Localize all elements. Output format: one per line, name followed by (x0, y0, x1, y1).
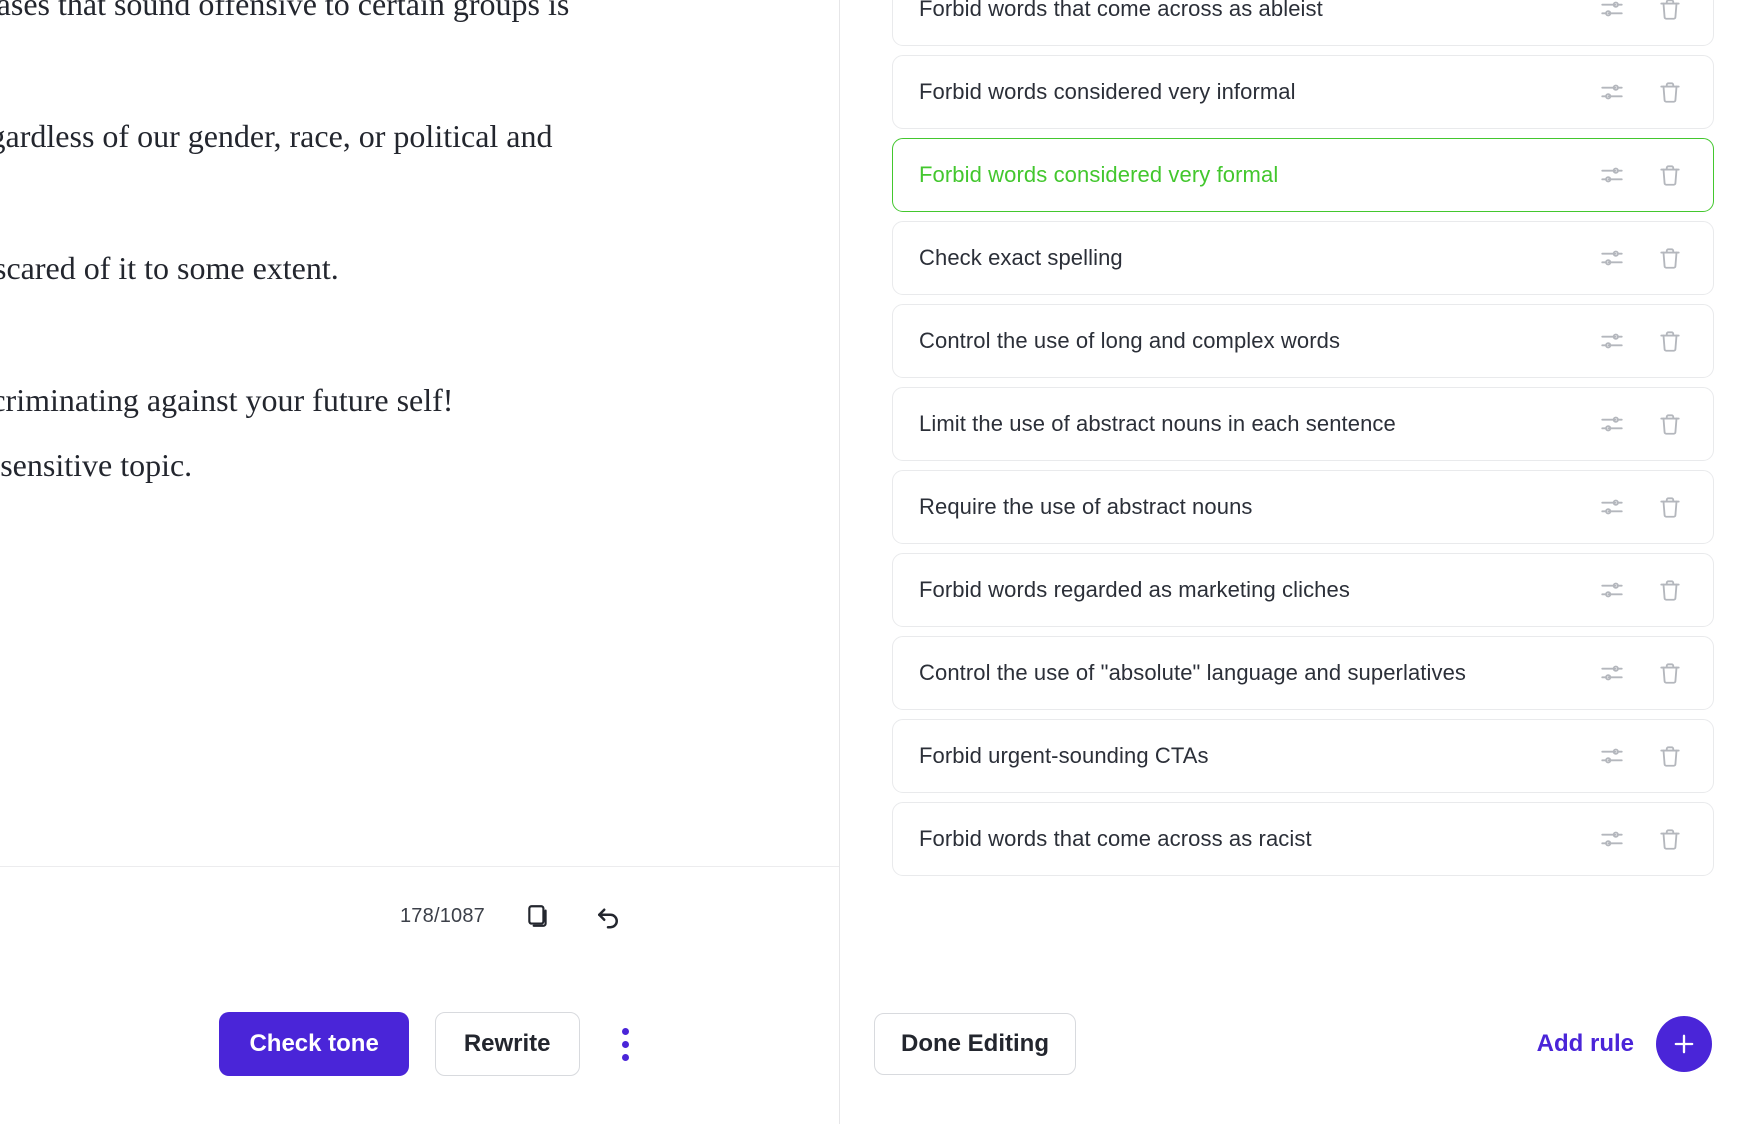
rule-icon-group (1597, 0, 1691, 24)
rule-label: Forbid words considered very informal (919, 79, 1296, 104)
rule-icon-group (1597, 409, 1691, 439)
trash-icon[interactable] (1655, 160, 1685, 190)
rule-label: Limit the use of abstract nouns in each … (919, 411, 1396, 436)
rule-label: Check exact spelling (919, 245, 1123, 270)
trash-icon[interactable] (1655, 824, 1685, 854)
document-pane: phrases that sound offensive to certain … (0, 0, 839, 1124)
rule-card[interactable]: Control the use of "absolute" language a… (892, 636, 1714, 710)
editor-status-row: 178/1087 (0, 886, 839, 946)
trash-icon[interactable] (1655, 658, 1685, 688)
sliders-icon[interactable] (1597, 326, 1627, 356)
sliders-icon[interactable] (1597, 658, 1627, 688)
copy-icon[interactable] (521, 899, 555, 933)
rule-icon-group (1597, 77, 1691, 107)
undo-icon[interactable] (591, 899, 625, 933)
rule-card[interactable]: Forbid words regarded as marketing clich… (892, 553, 1714, 627)
rule-label: Control the use of long and complex word… (919, 328, 1341, 353)
editor-divider (0, 866, 839, 867)
rule-card[interactable]: Forbid words that come across as ableist (892, 0, 1714, 46)
trash-icon[interactable] (1655, 243, 1685, 273)
rule-icon-group (1597, 824, 1691, 854)
rule-icon-group (1597, 326, 1691, 356)
rule-card[interactable]: Forbid words that come across as racist (892, 802, 1714, 876)
rules-pane: Forbid words that come across as ableist… (840, 0, 1746, 1124)
rule-card[interactable]: Check exact spelling (892, 221, 1714, 295)
editor-action-bar: Check tone Rewrite (0, 1012, 839, 1076)
rule-label: Forbid words regarded as marketing clich… (919, 577, 1350, 602)
rule-card[interactable]: Forbid urgent-sounding CTAs (892, 719, 1714, 793)
rules-scroll-region[interactable]: Forbid words that come across as ableist… (840, 0, 1746, 1012)
sliders-icon[interactable] (1597, 160, 1627, 190)
rule-card[interactable]: Forbid words considered very informal (892, 55, 1714, 129)
rule-icon-group (1597, 160, 1691, 190)
trash-icon[interactable] (1655, 409, 1685, 439)
sliders-icon[interactable] (1597, 409, 1627, 439)
document-line: discriminating against your future self! (0, 382, 454, 419)
sliders-icon[interactable] (1597, 824, 1627, 854)
rule-card[interactable]: Forbid words considered very formal (892, 138, 1714, 212)
rule-label: Require the use of abstract nouns (919, 494, 1253, 519)
rule-label: Forbid words that come across as racist (919, 826, 1312, 851)
trash-icon[interactable] (1655, 326, 1685, 356)
document-lines: phrases that sound offensive to certain … (0, 0, 839, 487)
trash-icon[interactable] (1655, 77, 1685, 107)
trash-icon[interactable] (1655, 575, 1685, 605)
rule-label: Forbid words that come across as ableist (919, 0, 1323, 21)
rule-icon-group (1597, 658, 1691, 688)
rule-icon-group (1597, 243, 1691, 273)
rule-card[interactable]: Limit the use of abstract nouns in each … (892, 387, 1714, 461)
rule-label: Forbid urgent-sounding CTAs (919, 743, 1209, 768)
sliders-icon[interactable] (1597, 741, 1627, 771)
trash-icon[interactable] (1655, 741, 1685, 771)
sliders-icon[interactable] (1597, 77, 1627, 107)
rule-icon-group (1597, 741, 1691, 771)
rule-icon-group (1597, 492, 1691, 522)
trash-icon[interactable] (1655, 0, 1685, 24)
add-rule-fab[interactable] (1656, 1016, 1712, 1072)
add-rule-link[interactable]: Add rule (1537, 1030, 1634, 1058)
document-line: Regardless of our gender, race, or polit… (0, 118, 553, 155)
rules-list: Forbid words that come across as ableist… (892, 0, 1714, 876)
document-line: phrases that sound offensive to certain … (0, 0, 570, 22)
app-root: phrases that sound offensive to certain … (0, 0, 1746, 1124)
rule-card[interactable]: Require the use of abstract nouns (892, 470, 1714, 544)
rule-icon-group (1597, 575, 1691, 605)
rule-label: Control the use of "absolute" language a… (919, 660, 1467, 685)
sliders-icon[interactable] (1597, 492, 1627, 522)
document-line: all scared of it to some extent. (0, 250, 339, 287)
document-line: n a sensitive topic. (0, 446, 193, 483)
sliders-icon[interactable] (1597, 0, 1627, 24)
sliders-icon[interactable] (1597, 243, 1627, 273)
rewrite-button[interactable]: Rewrite (434, 1012, 580, 1076)
kebab-menu-icon[interactable] (606, 1016, 646, 1072)
rule-label: Forbid words considered very formal (919, 162, 1279, 187)
trash-icon[interactable] (1655, 492, 1685, 522)
sliders-icon[interactable] (1597, 575, 1627, 605)
done-editing-button[interactable]: Done Editing (874, 1013, 1076, 1075)
check-tone-button[interactable]: Check tone (219, 1012, 409, 1076)
rule-card[interactable]: Control the use of long and complex word… (892, 304, 1714, 378)
document-text-area[interactable]: phrases that sound offensive to certain … (0, 0, 839, 866)
character-counter: 178/1087 (399, 904, 485, 927)
rules-action-bar: Done Editing Add rule (840, 1012, 1746, 1076)
